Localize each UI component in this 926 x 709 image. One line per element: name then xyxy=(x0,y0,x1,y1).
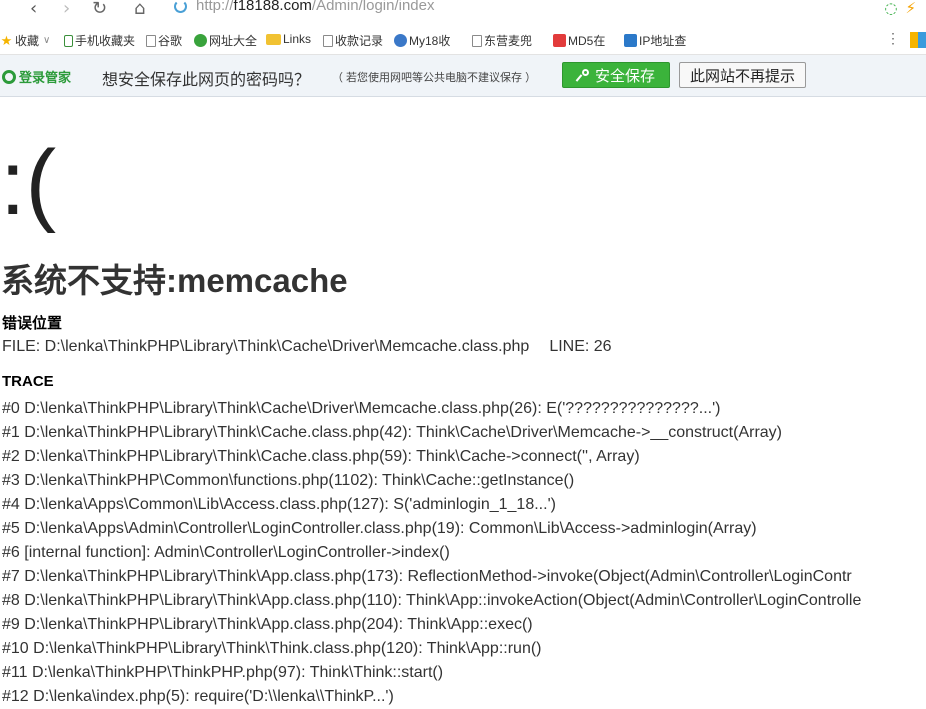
trace-item: #3 D:\lenka\ThinkPHP\Common\functions.ph… xyxy=(2,472,575,489)
trace-item: #12 D:\lenka\index.php(5): require('D:\\… xyxy=(2,688,394,705)
page-icon xyxy=(323,34,333,47)
bookmark-label: 收款记录 xyxy=(335,34,384,48)
trace-item: #0 D:\lenka\ThinkPHP\Library\Think\Cache… xyxy=(2,400,721,417)
login-manager-icon xyxy=(2,69,16,84)
bookmark-ip[interactable]: IP地址查 xyxy=(624,32,686,49)
globe-icon xyxy=(394,34,407,47)
bookmark-payments[interactable]: 收款记录 xyxy=(323,32,383,49)
safe-save-button[interactable]: 安全保存 xyxy=(562,62,670,88)
trace-item: #5 D:\lenka\Apps\Admin\Controller\LoginC… xyxy=(2,520,757,537)
more-icon[interactable]: ⋮ xyxy=(886,30,900,47)
back-arrow-icon[interactable]: ‹ xyxy=(30,0,37,18)
ip-icon xyxy=(624,34,637,47)
trace-item: #6 [internal function]: Admin\Controller… xyxy=(2,544,450,561)
lightning-icon[interactable]: ⚡ xyxy=(905,0,916,17)
error-location-heading: 错误位置 xyxy=(2,315,63,332)
folder-icon xyxy=(266,33,281,45)
password-save-bar: 登录管家 想安全保存此网页的密码吗？ （ 若您使用网吧等公共电脑不建议保存 ） … xyxy=(0,55,926,97)
url-prefix: http:// xyxy=(196,0,234,14)
page-icon xyxy=(146,34,156,47)
bookmark-md5[interactable]: MD5在 xyxy=(553,32,605,49)
bookmark-label: MD5在 xyxy=(568,34,606,48)
bookmark-dongying[interactable]: 东营麦兜 xyxy=(472,32,532,49)
bookmark-label: IP地址查 xyxy=(639,34,687,48)
bookmark-label: 网址大全 xyxy=(209,34,258,48)
bookmark-links[interactable]: Links xyxy=(266,32,311,46)
trace-item: #4 D:\lenka\Apps\Common\Lib\Access.class… xyxy=(2,496,556,513)
trace-item: #11 D:\lenka\ThinkPHP\ThinkPHP.php(97): … xyxy=(2,664,444,681)
trace-item: #8 D:\lenka\ThinkPHP\Library\Think\App.c… xyxy=(2,592,862,609)
apps-icon[interactable] xyxy=(910,32,926,48)
error-line: LINE: 26 xyxy=(549,338,612,355)
bookmark-label: 手机收藏夹 xyxy=(75,34,136,48)
bookmark-label: 东营麦兜 xyxy=(484,34,533,48)
trace-item: #10 D:\lenka\ThinkPHP\Library\Think\Thin… xyxy=(2,640,542,657)
trace-item: #1 D:\lenka\ThinkPHP\Library\Think\Cache… xyxy=(2,424,783,441)
bookmark-google[interactable]: 谷歌 xyxy=(146,32,182,49)
error-title: 系统不支持:memcache xyxy=(1,262,348,299)
url-path: /Admin/login/index xyxy=(311,0,435,14)
page-icon xyxy=(472,34,482,47)
never-remind-button[interactable]: 此网站不再提示 xyxy=(679,62,806,88)
refresh-ring-icon[interactable]: ◌ xyxy=(884,0,897,17)
bookmark-label: 谷歌 xyxy=(158,34,183,48)
home-icon[interactable]: ⌂ xyxy=(134,0,145,18)
bookmark-my18[interactable]: My18收 xyxy=(394,32,450,49)
address-bar-tools: ◌ ⚡ xyxy=(884,0,916,17)
chevron-down-icon: ∨ xyxy=(43,35,51,46)
logo-text: 登录管家 xyxy=(19,70,72,85)
bookmark-label: Links xyxy=(283,32,312,46)
bookmark-mobile[interactable]: 手机收藏夹 xyxy=(64,32,135,49)
star-icon: ★ xyxy=(0,33,13,48)
green-globe-icon xyxy=(194,34,207,47)
bookmarks-bar: ★ 收藏 ∨ 手机收藏夹 谷歌 网址大全 Links 收款记录 My18收 东营麦兜… xyxy=(0,28,926,55)
bookmark-label: My18收 xyxy=(409,34,451,48)
error-file: FILE: D:\lenka\ThinkPHP\Library\Think\Ca… xyxy=(2,338,530,355)
reload-icon[interactable]: ↻ xyxy=(92,0,107,18)
save-password-message: 想安全保存此网页的密码吗？ xyxy=(102,72,311,89)
login-manager-logo: 登录管家 xyxy=(2,67,71,86)
save-password-note: （ 若您使用网吧等公共电脑不建议保存 ） xyxy=(332,72,537,84)
trace-item: #9 D:\lenka\ThinkPHP\Library\Think\App.c… xyxy=(2,616,533,633)
trace-list: #0 D:\lenka\ThinkPHP\Library\Think\Cache… xyxy=(2,397,861,709)
url-host: f18188.com xyxy=(233,0,312,14)
error-file-line: FILE: D:\lenka\ThinkPHP\Library\Think\Ca… xyxy=(2,338,612,356)
key-icon xyxy=(577,69,589,81)
red-square-icon xyxy=(553,34,566,47)
trace-item: #2 D:\lenka\ThinkPHP\Library\Think\Cache… xyxy=(2,448,640,465)
bookmark-directory[interactable]: 网址大全 xyxy=(194,32,257,49)
bookmark-label: 收藏 xyxy=(15,34,40,48)
loading-icon xyxy=(174,0,187,13)
sad-face: :( xyxy=(0,132,57,234)
phone-icon xyxy=(64,34,73,47)
url-field[interactable]: http://f18188.com/Admin/login/index xyxy=(196,0,435,14)
safe-save-label: 安全保存 xyxy=(594,67,655,85)
forward-arrow-icon[interactable]: › xyxy=(63,0,70,18)
trace-heading: TRACE xyxy=(2,373,54,390)
address-bar: ‹ › ↻ ⌂ http://f18188.com/Admin/login/in… xyxy=(0,0,926,22)
bookmark-favorites[interactable]: ★ 收藏 ∨ xyxy=(0,32,51,49)
trace-item: #7 D:\lenka\ThinkPHP\Library\Think\App.c… xyxy=(2,568,852,585)
